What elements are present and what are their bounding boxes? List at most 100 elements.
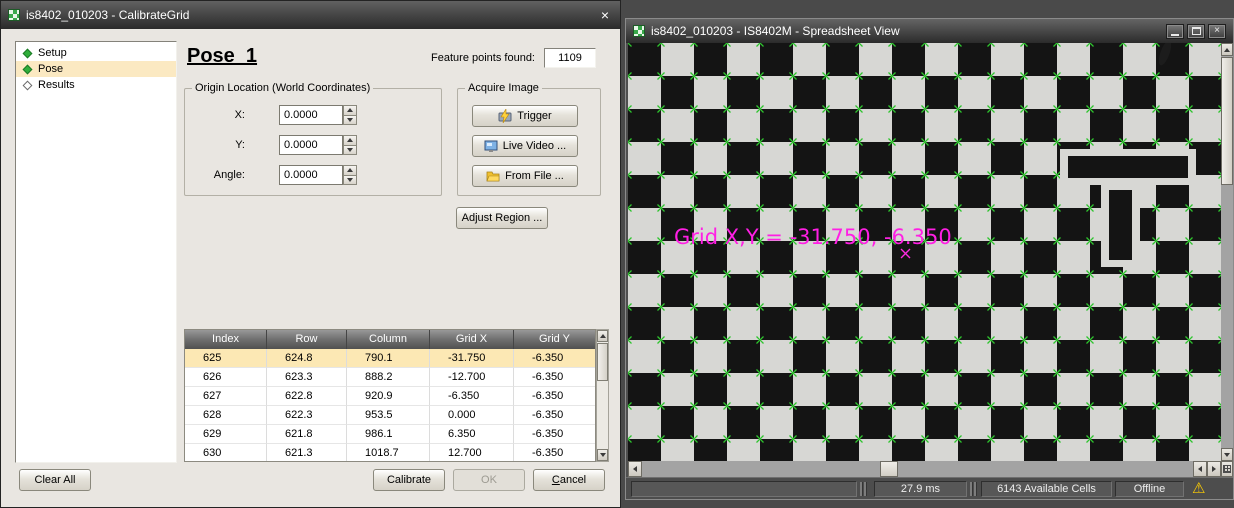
cell-grid-y: -6.350: [514, 406, 595, 425]
scroll-right-icon[interactable]: [1207, 461, 1221, 477]
x-label: X:: [189, 105, 245, 125]
tree-item-pose[interactable]: Pose: [16, 61, 176, 77]
maximize-button[interactable]: [1187, 24, 1205, 39]
cell-index: 627: [185, 387, 267, 406]
cell-grid-x: -12.700: [430, 368, 514, 387]
x-input[interactable]: [279, 105, 343, 125]
angle-spinner[interactable]: [343, 165, 357, 185]
close-icon[interactable]: ×: [597, 7, 613, 23]
tree-item-setup[interactable]: Setup: [16, 45, 176, 61]
column-header-index[interactable]: Index: [185, 330, 267, 349]
column-header-row[interactable]: Row: [267, 330, 347, 349]
scroll-thumb[interactable]: [597, 343, 608, 381]
cell-row: 624.8: [267, 349, 347, 368]
vertical-scrollbar[interactable]: [1221, 43, 1233, 461]
spin-up-icon[interactable]: [343, 135, 357, 146]
y-label: Y:: [189, 135, 245, 155]
tree-item-results[interactable]: Results: [16, 77, 176, 93]
minimize-button[interactable]: [1166, 24, 1184, 39]
table-row[interactable]: 626 623.3 888.2 -12.700 -6.350: [185, 368, 595, 387]
acquire-group-title: Acquire Image: [465, 82, 542, 94]
column-header-grid-y[interactable]: Grid Y: [514, 330, 595, 349]
table-row[interactable]: 629 621.8 986.1 6.350 -6.350: [185, 425, 595, 444]
clear-all-button[interactable]: Clear All: [19, 469, 91, 491]
cancel-button[interactable]: Cancel: [533, 469, 605, 491]
adjust-region-button[interactable]: Adjust Region ...: [456, 207, 548, 229]
table-row[interactable]: 625 624.8 790.1 -31.750 -6.350: [185, 349, 595, 368]
scroll-left-icon[interactable]: [628, 461, 642, 477]
scroll-up-icon[interactable]: [1221, 43, 1233, 56]
y-input[interactable]: [279, 135, 343, 155]
grid-view-corner-button[interactable]: [1221, 461, 1233, 477]
scroll-thumb[interactable]: [880, 461, 898, 477]
clear-all-label: Clear All: [35, 474, 76, 486]
spin-down-icon[interactable]: [343, 116, 357, 126]
ok-label: OK: [481, 474, 497, 486]
spreadsheet-titlebar[interactable]: is8402_010203 - IS8402M - Spreadsheet Vi…: [626, 19, 1233, 43]
table-scrollbar[interactable]: [596, 329, 609, 462]
spin-up-icon[interactable]: [343, 105, 357, 116]
cell-column: 790.1: [347, 349, 430, 368]
cell-column: 920.9: [347, 387, 430, 406]
calibrate-label: Calibrate: [387, 474, 431, 486]
y-spinner[interactable]: [343, 135, 357, 155]
connection-status: Offline: [1115, 481, 1184, 497]
spreadsheet-window: is8402_010203 - IS8402M - Spreadsheet Vi…: [625, 18, 1234, 500]
scroll-down-icon[interactable]: [597, 449, 608, 461]
close-button[interactable]: ×: [1208, 24, 1226, 39]
adjust-region-label: Adjust Region ...: [462, 212, 543, 224]
cell-grid-x: 0.000: [430, 406, 514, 425]
ok-button: OK: [453, 469, 525, 491]
from-file-button-label: From File ...: [505, 170, 564, 182]
table-row[interactable]: 628 622.3 953.5 0.000 -6.350: [185, 406, 595, 425]
angle-label: Angle:: [189, 165, 245, 185]
live-video-button-label: Live Video ...: [503, 140, 566, 152]
insight-app-icon: [633, 25, 645, 37]
table-row[interactable]: 630 621.3 1018.7 12.700 -6.350: [185, 444, 595, 462]
trigger-icon: [498, 109, 512, 123]
image-viewport[interactable]: Grid X,Y = -31.750, -6.350: [628, 43, 1221, 461]
cell-column: 888.2: [347, 368, 430, 387]
feature-table-header: Index Row Column Grid X Grid Y: [185, 330, 595, 349]
live-video-icon: [484, 139, 498, 153]
status-progress-segment: [631, 481, 857, 497]
status-grip-icon: [970, 482, 977, 496]
trigger-button-label: Trigger: [517, 110, 551, 122]
trigger-button[interactable]: Trigger: [472, 105, 578, 127]
cell-index: 626: [185, 368, 267, 387]
close-icon: ×: [1214, 26, 1220, 36]
spin-down-icon[interactable]: [343, 146, 357, 156]
scroll-thumb[interactable]: [1221, 57, 1233, 185]
live-video-button[interactable]: Live Video ...: [472, 135, 578, 157]
from-file-button[interactable]: From File ...: [472, 165, 578, 187]
cancel-label: Cancel: [552, 474, 586, 486]
cell-grid-x: 6.350: [430, 425, 514, 444]
step-done-icon: [23, 48, 33, 58]
calibrate-titlebar[interactable]: is8402_010203 - CalibrateGrid ×: [1, 1, 620, 29]
step-pending-icon: [23, 80, 33, 90]
horizontal-scrollbar[interactable]: [628, 461, 1221, 477]
column-header-column[interactable]: Column: [347, 330, 430, 349]
minimize-icon: [1171, 34, 1179, 36]
feature-points-label: Feature points found:: [431, 52, 535, 64]
table-row[interactable]: 627 622.8 920.9 -6.350 -6.350: [185, 387, 595, 406]
calibrate-button[interactable]: Calibrate: [373, 469, 445, 491]
cell-grid-y: -6.350: [514, 368, 595, 387]
step-done-icon: [23, 64, 33, 74]
scroll-left-icon[interactable]: [1193, 461, 1207, 477]
cell-row: 621.8: [267, 425, 347, 444]
angle-input[interactable]: [279, 165, 343, 185]
scroll-up-icon[interactable]: [597, 330, 608, 342]
spreadsheet-window-title: is8402_010203 - IS8402M - Spreadsheet Vi…: [651, 24, 900, 38]
scroll-down-icon[interactable]: [1221, 448, 1233, 461]
maximize-icon: [1192, 27, 1201, 35]
spin-up-icon[interactable]: [343, 165, 357, 176]
feature-points: Feature points found: 1109: [184, 48, 596, 68]
from-file-icon: [486, 169, 500, 183]
y-field-row: Y:: [185, 135, 441, 155]
spin-down-icon[interactable]: [343, 176, 357, 186]
x-spinner[interactable]: [343, 105, 357, 125]
grid-overlay-text: Grid X,Y = -31.750, -6.350: [674, 225, 952, 249]
warning-icon[interactable]: ⚠: [1192, 479, 1205, 499]
column-header-grid-x[interactable]: Grid X: [430, 330, 514, 349]
